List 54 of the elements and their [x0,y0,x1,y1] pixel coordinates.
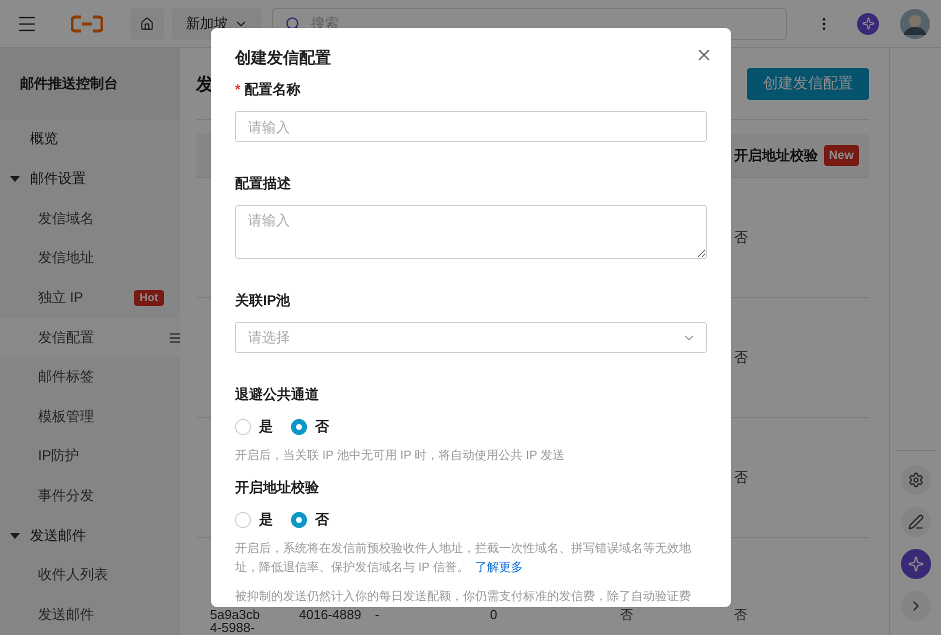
radio-option[interactable]: 否 [291,418,329,436]
table-cell-text: 否 [733,349,749,366]
select-field[interactable]: 请选择 [235,322,707,353]
table-cell-text: 否 [619,608,634,621]
sidebar-item[interactable]: 事件分发 [0,476,180,516]
dialog-title: 创建发信配置 [235,48,331,69]
sparkle-icon[interactable] [900,549,930,579]
input-field[interactable]: 请输入 [235,111,707,142]
settings-icon[interactable] [900,465,930,495]
sidebar-item[interactable]: 发信配置 [0,318,180,358]
avatar[interactable] [899,8,931,40]
caret-icon[interactable] [10,176,20,182]
column-header: 开启地址校验 [734,147,818,164]
note-text: 被抑制的发送仍然计入你的每日发送配额，你仍需支付标准的发信费，除了自动验证费 [235,588,692,605]
sidebar-item[interactable]: IP防护 [0,436,180,476]
radio-option[interactable]: 否 [291,511,329,529]
sidebar-item[interactable]: 发送邮件 [0,595,180,635]
field-label: 开启地址校验 [235,479,319,497]
radio-option[interactable]: 是 [235,418,273,436]
table-cell-text: 否 [733,608,748,621]
sidebar-title: 邮件推送控制台 [0,48,180,120]
field-label: 退避公共通道 [235,386,319,404]
radio-option[interactable]: 是 [235,511,273,529]
table-cell-text: 0 [489,608,498,621]
table-cell-text: 否 [733,469,749,486]
table-cell-text: 4016-4889 [298,608,361,621]
sidebar-item[interactable]: 发信域名 [0,198,180,238]
field-label: 关联IP池 [235,292,290,310]
field-label: * 配置名称 [235,81,300,99]
help-text: 开启后，系统将在发信前预校验收件人地址，拦截一次性域名、拼写错误域名等无效地址，降低退信率、保护发信域名与 IP 信誉。 了解更多 [235,540,692,576]
sidebar-item[interactable]: 独立 IP Hot [0,278,180,318]
home-icon [140,16,154,30]
sidebar-item[interactable]: 邮件设置 [0,159,180,199]
sidebar-item[interactable]: 概览 [0,119,180,160]
sidebar-item[interactable]: 发送邮件 [0,516,180,556]
help-text: 开启后，当关联 IP 池中无可用 IP 时，将自动使用公共 IP 发送 [235,447,566,464]
caret-icon[interactable] [10,532,20,539]
sidebar-item[interactable]: 收件人列表 [0,556,180,596]
table-cell-text: 5a9a3cb 4-5988- [209,608,261,634]
learn-more-link[interactable]: 了解更多 [474,560,523,574]
home-button[interactable] [130,8,164,40]
sparkle-icon[interactable] [857,12,879,34]
table-cell-text: - [374,608,380,621]
create-config-button[interactable]: 创建发信配置 [747,68,869,100]
textarea-field[interactable]: 请输入 [235,205,707,259]
sidebar-item[interactable]: 模板管理 [0,396,180,437]
pen-icon[interactable] [900,507,930,537]
table-cell-text: 否 [733,229,749,246]
field-label: 配置描述 [235,175,291,193]
sidebar-item[interactable]: 邮件标签 [0,357,180,397]
sidebar-item[interactable]: 发信地址 [0,238,180,278]
new-badge: New [824,145,859,166]
hot-badge: Hot [134,290,164,306]
collapse-handle-icon[interactable] [168,330,182,344]
